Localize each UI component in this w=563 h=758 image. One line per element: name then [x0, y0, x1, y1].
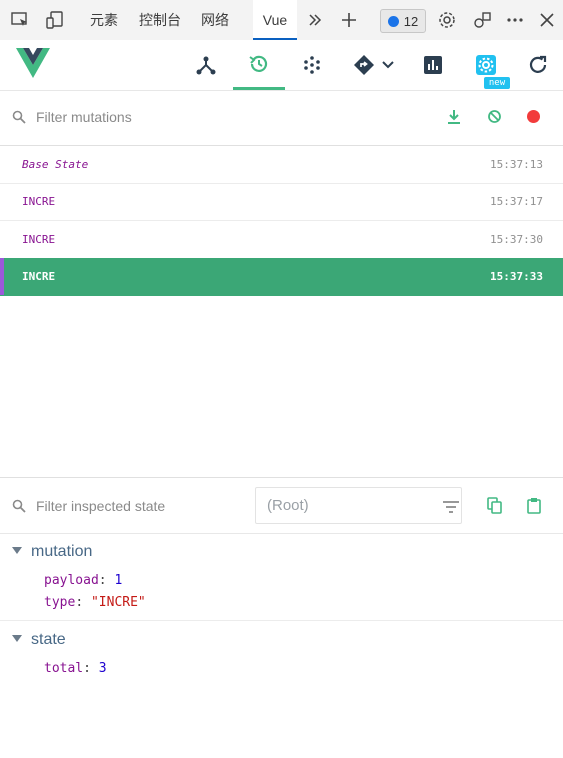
mutation-time: 15:37:30: [490, 233, 543, 246]
root-label: (Root): [267, 497, 309, 514]
state-inspector: mutation payload: 1 type: "INCRE" state …: [0, 533, 563, 758]
events-icon[interactable]: [286, 40, 338, 90]
vue-logo-icon: [16, 48, 50, 83]
more-options-icon[interactable]: [503, 8, 527, 32]
record-icon[interactable]: [527, 110, 540, 123]
filter-list-icon: [442, 500, 460, 518]
clear-history-icon[interactable]: [487, 109, 502, 129]
expand-triangle-icon: [12, 635, 22, 643]
vuex-history-icon[interactable]: [233, 40, 285, 90]
tab-elements[interactable]: 元素: [90, 0, 118, 40]
vue-toolbar: [0, 40, 563, 91]
property-key: type: [44, 595, 76, 610]
state-property: payload: 1: [44, 573, 123, 588]
refresh-icon[interactable]: [512, 40, 563, 90]
section-divider: [0, 620, 563, 621]
message-icon: [387, 15, 399, 27]
add-tab-icon[interactable]: [337, 8, 361, 32]
mutation-row-selected[interactable]: INCRE 15:37:33: [0, 258, 563, 296]
mutation-row-base-state[interactable]: Base State 15:37:13: [0, 146, 563, 184]
property-value: 3: [98, 661, 107, 676]
mutation-time: 15:37:13: [490, 158, 543, 171]
paste-clipboard-icon[interactable]: [527, 497, 541, 519]
inspector-filter-input[interactable]: Filter inspected state: [36, 498, 165, 514]
mutation-time: 15:37:17: [490, 195, 543, 208]
performance-chart-icon[interactable]: [407, 40, 459, 90]
export-download-icon[interactable]: [447, 109, 461, 130]
mutation-row[interactable]: INCRE 15:37:30: [0, 221, 563, 259]
property-value: 1: [114, 573, 123, 588]
mutation-name: INCRE: [22, 270, 56, 283]
tab-network[interactable]: 网络: [201, 0, 229, 40]
routing-dropdown[interactable]: [346, 40, 402, 90]
devtools-tabbar: 元素 控制台 网络 Vue 12: [0, 0, 563, 41]
property-value: "INCRE": [90, 595, 146, 610]
expand-triangle-icon: [12, 547, 22, 555]
new-badge: new: [484, 77, 510, 89]
state-section-title: state: [31, 631, 66, 648]
device-toolbar-icon[interactable]: [43, 8, 67, 32]
chevron-down-icon: [382, 61, 394, 69]
tab-vue[interactable]: Vue: [253, 0, 297, 40]
root-select[interactable]: (Root): [255, 487, 462, 524]
issues-count: 12: [403, 13, 419, 29]
mutation-list: Base State 15:37:13 INCRE 15:37:17 INCRE…: [0, 146, 563, 477]
mutation-filter-input[interactable]: Filter mutations: [36, 109, 132, 125]
close-icon[interactable]: [535, 8, 559, 32]
state-section-toggle[interactable]: state: [12, 631, 66, 649]
property-key: payload: [44, 573, 99, 588]
mutation-name: Base State: [22, 158, 89, 171]
mutation-time: 15:37:33: [490, 270, 543, 283]
property-key: total: [44, 661, 84, 676]
settings-gear-icon[interactable]: [435, 8, 459, 32]
inspect-element-icon[interactable]: [8, 8, 32, 32]
tab-console[interactable]: 控制台: [139, 0, 181, 40]
mutation-filter-row: Filter mutations: [0, 90, 563, 146]
inspector-filter-row: Filter inspected state (Root): [0, 477, 563, 534]
mutation-name: INCRE: [22, 233, 56, 246]
issues-badge[interactable]: 12: [380, 9, 426, 33]
mutation-section-toggle[interactable]: mutation: [12, 543, 92, 561]
customize-icon[interactable]: [471, 8, 495, 32]
state-property: type: "INCRE": [44, 595, 146, 610]
mutation-section-title: mutation: [31, 543, 93, 560]
more-tabs-icon[interactable]: [303, 8, 327, 32]
copy-icon[interactable]: [487, 497, 502, 519]
components-icon[interactable]: [180, 40, 232, 90]
search-icon: [12, 499, 26, 518]
state-property: total: 3: [44, 661, 107, 676]
mutation-row[interactable]: INCRE 15:37:17: [0, 183, 563, 221]
mutation-name: INCRE: [22, 195, 56, 208]
search-icon: [12, 110, 26, 129]
